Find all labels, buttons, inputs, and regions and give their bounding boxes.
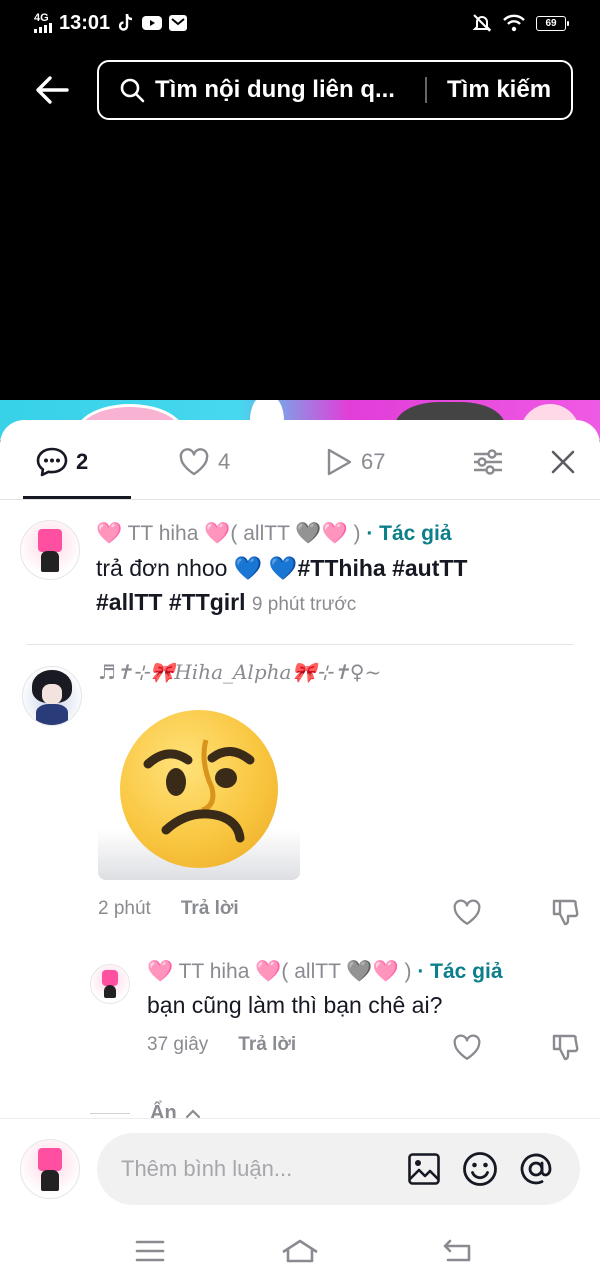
menu-button[interactable] (130, 1234, 170, 1268)
back-nav-icon (443, 1239, 471, 1262)
battery-level: 69 (545, 17, 557, 29)
worried-face-sticker (120, 710, 278, 868)
comment-input-placeholder[interactable]: Thêm bình luận... (121, 1156, 389, 1182)
plays-count: 67 (361, 449, 386, 474)
hashtag[interactable]: #TThiha #autTT (298, 555, 468, 581)
like-button[interactable] (450, 1030, 484, 1064)
close-button[interactable] (550, 442, 576, 482)
search-input[interactable]: Tìm nội dung liên q... (155, 76, 405, 104)
comment-text: trả đơn nhoo 💙 💙#TThiha #autTT #allTT #T… (96, 551, 556, 622)
sliders-icon (474, 449, 502, 475)
hashtag[interactable]: #allTT #TTgirl (96, 589, 246, 615)
tab-comments[interactable]: 2 (36, 442, 88, 482)
sheet-tabs: 2 4 67 (0, 420, 600, 500)
like-button[interactable] (450, 895, 484, 929)
mute-bell-icon (472, 14, 492, 32)
image-button[interactable] (403, 1148, 445, 1190)
username-text: 🩷 TT hiha 🩷( allTT 🩶🩷 ) (147, 960, 412, 983)
search-header: Tìm nội dung liên q... Tìm kiếm (0, 58, 600, 122)
comment-username[interactable]: 🩷 TT hiha 🩷( allTT 🩶🩷 ) · Tác giả (96, 522, 452, 546)
comments-count: 2 (76, 449, 89, 474)
reply-button[interactable]: Trả lời (181, 898, 239, 920)
close-icon (551, 450, 575, 474)
comment-time: 2 phút (98, 898, 151, 919)
search-divider (425, 77, 427, 103)
reply-button[interactable]: Trả lời (238, 1034, 296, 1056)
heart-icon (453, 1034, 481, 1060)
comment-meta: 2 phút Trả lời (98, 898, 239, 920)
menu-icon (135, 1240, 165, 1262)
active-tab-indicator (23, 496, 131, 499)
home-button[interactable] (280, 1234, 320, 1268)
clock: 13:01 (59, 11, 111, 34)
reply-username[interactable]: 🩷 TT hiha 🩷( allTT 🩶🩷 ) · Tác giả (147, 960, 503, 984)
heart-icon (179, 448, 209, 476)
thumbs-down-icon (552, 1034, 579, 1061)
avatar[interactable] (22, 666, 82, 726)
thumbs-down-icon (552, 899, 579, 926)
home-icon (282, 1239, 318, 1263)
network-indicator: 4G (34, 11, 52, 33)
username-text: 🩷 TT hiha 🩷( allTT 🩶🩷 ) (96, 522, 361, 545)
reply-text: bạn cũng làm thì bạn chê ai? (147, 992, 443, 1018)
reply-meta: 37 giây Trả lời (147, 1034, 296, 1056)
heart-icon (453, 899, 481, 925)
back-nav-button[interactable] (438, 1234, 478, 1268)
reply-time: 37 giây (147, 1034, 209, 1055)
chevron-up-icon (185, 1108, 200, 1118)
dislike-button[interactable] (548, 895, 582, 929)
comment-body: trả đơn nhoo 💙 💙 (96, 555, 298, 581)
battery-icon: 69 (536, 15, 569, 31)
sticker-image[interactable] (98, 710, 300, 880)
filter-button[interactable] (472, 442, 504, 482)
comment-input[interactable]: Thêm bình luận... (97, 1133, 580, 1205)
wifi-icon (503, 14, 525, 32)
comment-username[interactable]: ♬✝⊹🎀𝐻𝑖ℎ𝑎_𝐴𝑙𝑝ℎ𝑎🎀⊹✝♀~ (98, 660, 381, 684)
network-label: 4G (34, 11, 49, 24)
avatar[interactable] (20, 520, 80, 580)
system-nav-bar (0, 1218, 600, 1287)
emoji-button[interactable] (459, 1148, 501, 1190)
search-bar[interactable]: Tìm nội dung liên q... Tìm kiếm (97, 60, 573, 120)
back-button[interactable] (30, 70, 74, 110)
tab-plays[interactable]: 67 (325, 442, 385, 482)
avatar[interactable] (20, 1139, 80, 1199)
dislike-button[interactable] (548, 1030, 582, 1064)
author-tag: · Tác giả (417, 960, 503, 983)
divider (26, 644, 574, 645)
likes-count: 4 (218, 449, 231, 474)
comment-time: 9 phút trước (251, 594, 357, 615)
comments-sheet: 2 4 67 🩷 TT hiha 🩷( allTT 🩶🩷 ) · Tác giả… (0, 420, 600, 1287)
mention-button[interactable] (515, 1148, 557, 1190)
search-icon (120, 78, 145, 103)
worried-face-drawing (143, 739, 255, 843)
emoji-icon (463, 1152, 497, 1186)
author-tag: · Tác giả (366, 522, 452, 545)
arrow-left-icon (36, 76, 69, 104)
signal-icon (34, 22, 52, 33)
image-icon (408, 1153, 440, 1185)
comment-input-bar: Thêm bình luận... (0, 1118, 600, 1218)
search-button[interactable]: Tìm kiếm (447, 76, 551, 104)
avatar[interactable] (90, 964, 130, 1004)
at-icon (520, 1153, 552, 1185)
play-icon (327, 448, 352, 476)
hide-line (90, 1113, 130, 1114)
comment-bubble-icon (36, 447, 68, 477)
youtube-icon (142, 16, 163, 30)
tab-likes[interactable]: 4 (178, 442, 230, 482)
tiktok-icon (118, 13, 133, 31)
status-bar: 4G 13:01 69 (0, 0, 600, 46)
mail-icon (169, 15, 188, 31)
